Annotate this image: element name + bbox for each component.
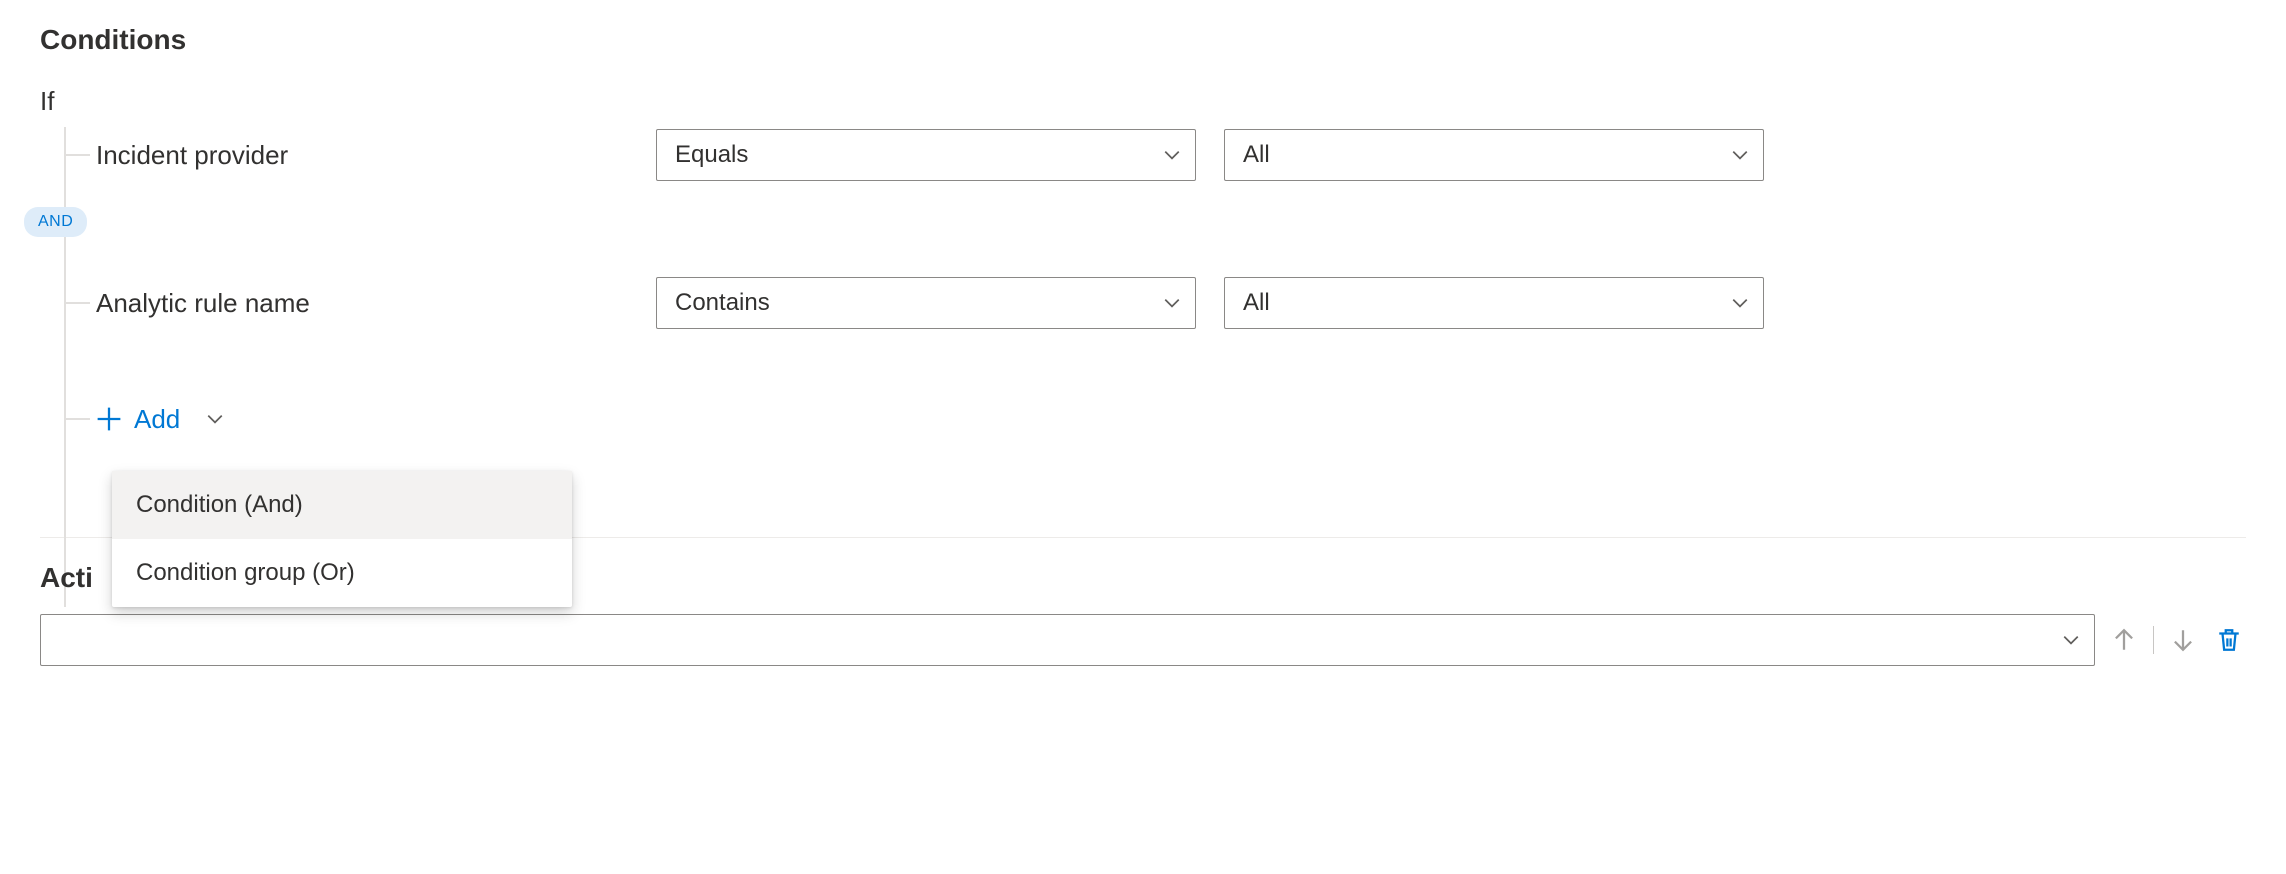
tree-rail: [64, 127, 66, 607]
if-label: If: [40, 86, 2246, 117]
action-dropdown[interactable]: [40, 614, 2095, 666]
chevron-down-icon: [1163, 294, 1181, 312]
chevron-down-icon: [2062, 631, 2080, 649]
value-dropdown[interactable]: All: [1224, 129, 1764, 181]
tree-branch: [64, 302, 90, 304]
operator-value: Equals: [675, 141, 748, 169]
chevron-down-icon: [1163, 146, 1181, 164]
condition-property-label: Analytic rule name: [96, 288, 656, 319]
chevron-down-icon: [206, 410, 224, 428]
value-text: All: [1243, 289, 1270, 317]
icon-separator: [2153, 626, 2154, 654]
menu-item-condition-and[interactable]: Condition (And): [112, 471, 572, 539]
tree-branch: [64, 418, 90, 420]
chevron-down-icon: [1731, 146, 1749, 164]
delete-button[interactable]: [2212, 623, 2246, 657]
add-condition-menu: Condition (And) Condition group (Or): [112, 471, 572, 607]
move-down-button[interactable]: [2166, 623, 2200, 657]
conditions-heading: Conditions: [40, 24, 2246, 56]
add-condition-button[interactable]: Add: [96, 404, 224, 435]
value-dropdown[interactable]: All: [1224, 277, 1764, 329]
condition-property-label: Incident provider: [96, 140, 656, 171]
operator-dropdown[interactable]: Equals: [656, 129, 1196, 181]
and-joiner-pill: AND: [24, 207, 87, 237]
operator-dropdown[interactable]: Contains: [656, 277, 1196, 329]
operator-value: Contains: [675, 289, 770, 317]
value-text: All: [1243, 141, 1270, 169]
tree-branch: [64, 154, 90, 156]
menu-item-condition-group-or[interactable]: Condition group (Or): [112, 539, 572, 607]
condition-add-row: Add: [64, 391, 2246, 447]
add-label: Add: [134, 404, 180, 435]
plus-icon: [96, 406, 122, 432]
move-up-button[interactable]: [2107, 623, 2141, 657]
condition-row: Incident provider Equals All: [64, 127, 2246, 183]
chevron-down-icon: [1731, 294, 1749, 312]
condition-row: Analytic rule name Contains All: [64, 275, 2246, 331]
